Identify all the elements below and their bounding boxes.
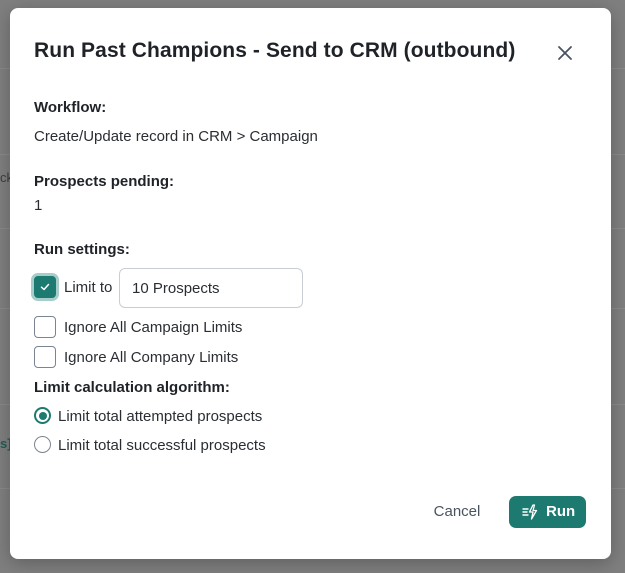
- dialog-title: Run Past Champions - Send to CRM (outbou…: [34, 39, 516, 62]
- workflow-label: Workflow:: [34, 99, 107, 116]
- run-dialog: Run Past Champions - Send to CRM (outbou…: [10, 8, 611, 559]
- ignore-campaign-limits-label: Ignore All Campaign Limits: [64, 319, 243, 336]
- run-button[interactable]: Run: [509, 496, 586, 528]
- workflow-value: Create/Update record in CRM > Campaign: [34, 128, 318, 145]
- run-button-label: Run: [546, 503, 576, 520]
- ignore-company-limits-checkbox[interactable]: [34, 346, 56, 368]
- algorithm-label: Limit calculation algorithm:: [34, 379, 230, 396]
- limit-prospects-input[interactable]: [119, 268, 303, 308]
- ignore-company-limits-label: Ignore All Company Limits: [64, 349, 239, 366]
- run-lightning-icon: [522, 504, 538, 520]
- run-settings-label: Run settings:: [34, 241, 130, 258]
- radio-limit-successful-label: Limit total successful prospects: [58, 437, 266, 454]
- cancel-button[interactable]: Cancel: [421, 496, 493, 528]
- radio-limit-attempted[interactable]: [34, 407, 51, 424]
- prospects-pending-value: 1: [34, 197, 43, 214]
- checkmark-icon: [40, 283, 50, 291]
- radio-limit-successful[interactable]: [34, 436, 51, 453]
- prospects-pending-label: Prospects pending:: [34, 173, 175, 190]
- limit-to-label: Limit to: [64, 279, 113, 296]
- ignore-campaign-limits-checkbox[interactable]: [34, 316, 56, 338]
- limit-to-checkbox[interactable]: [34, 276, 56, 298]
- close-icon[interactable]: [555, 43, 575, 63]
- radio-limit-attempted-label: Limit total attempted prospects: [58, 408, 263, 425]
